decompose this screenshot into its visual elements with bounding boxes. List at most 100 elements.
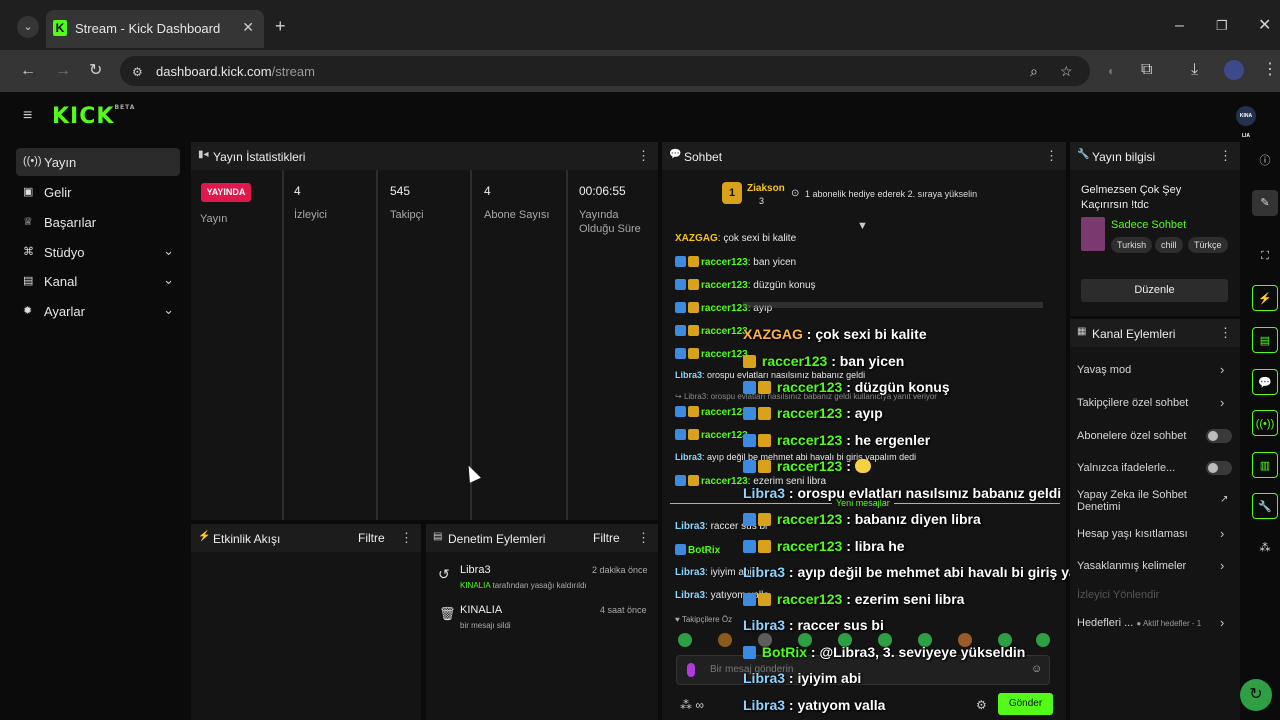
sidebar-item-gelir[interactable]: ▣ Gelir [16,178,180,206]
sidebar-item-label: Başarılar [44,215,97,230]
more-options-icon[interactable]: ⋮ [637,530,650,546]
user-avatar[interactable]: KINA LIA [1236,106,1256,139]
rank-badge: 1 [722,182,742,204]
sidebar-item-studyo[interactable]: ⌘ Stüdyo ⌄ [16,238,180,266]
stat-divider [566,170,568,520]
chat-message: raccer123 [675,348,748,360]
subscribers-only-row: Abonelere özel sohbet [1077,430,1187,442]
category-link[interactable]: Sadece Sohbet [1111,219,1186,231]
floating-action-button[interactable]: ↻ [1240,679,1272,711]
emoji-icon[interactable]: ☺ [1031,663,1042,675]
chat-panel-icon[interactable]: 💬 [1252,369,1278,395]
sidebar-item-basarilar[interactable]: ♕ Başarılar [16,208,180,236]
external-link-icon[interactable]: ↗ [1220,494,1228,505]
hamburger-menu-icon[interactable]: ≡ [23,108,32,124]
chevron-down-icon[interactable]: ⌄ [163,272,174,288]
chevron-down-icon[interactable]: ⌄ [163,243,174,259]
document-panel-icon[interactable]: ▤ [1252,327,1278,353]
chat-settings-icon[interactable]: ⁂ ∞ [680,698,704,712]
stats-panel-icon[interactable]: ▥ [1252,452,1278,478]
back-icon[interactable]: ← [20,63,36,79]
edit-pencil-icon[interactable]: ✎ [1252,190,1278,216]
slow-mode-row[interactable]: Yavaş mod [1077,364,1131,376]
site-info-icon[interactable]: ⚙ [132,64,143,80]
info-icon[interactable]: ⓘ [1252,148,1278,174]
emote-icon[interactable] [1036,633,1050,647]
emote-icon[interactable] [718,633,732,647]
tag-chill: chill [1155,237,1183,253]
more-options-icon[interactable]: ⋮ [1219,325,1232,341]
followers-only-row[interactable]: Takipçilere özel sohbet [1077,397,1188,409]
minimize-icon[interactable]: – [1175,18,1184,34]
overlay-chat-message: Libra3 : iyiyim abi [743,670,862,686]
panel-title: Denetim Eylemleri [448,532,546,546]
trophy-icon: ♕ [23,216,33,228]
close-window-icon[interactable]: ✕ [1258,18,1271,34]
address-bar[interactable]: ⚙ dashboard.kick.com/stream ⌕ ☆ [120,56,1090,86]
ai-moderation-row[interactable]: Yapay Zeka ile Sohbet Denetimi [1077,489,1187,513]
moderation-item[interactable]: 🗑 KINALIA 4 saat önce bir mesajı sildi [436,600,652,636]
studio-icon: ⌘ [23,246,34,258]
chat-message: XAZGAG: çok sexi bi kalite [675,233,797,244]
download-icon[interactable]: ⤓ [1191,62,1198,78]
lightning-panel-icon[interactable]: ⚡ [1252,285,1278,311]
extension-icon[interactable]: ◐ [1108,63,1115,79]
overlay-clipped-line [743,302,1043,308]
new-tab-icon[interactable]: + [275,17,286,35]
more-options-icon[interactable]: ⋮ [400,530,413,546]
collapse-pinned-icon[interactable]: ▼ [857,220,868,232]
more-options-icon[interactable]: ⋮ [1045,148,1058,164]
browser-menu-icon[interactable]: ⋮ [1262,62,1278,78]
mic-icon[interactable] [687,663,695,677]
sidebar-item-ayarlar[interactable]: ✹ Ayarlar ⌄ [16,297,180,325]
sidebar-item-kanal[interactable]: ▤ Kanal ⌄ [16,267,180,295]
chevron-right-icon[interactable]: › [1220,558,1224,573]
tab-search-icon[interactable]: ⌄ [17,16,39,38]
uptime-value: 00:06:55 [579,184,626,198]
add-panel-icon[interactable]: ⁂ [1252,535,1278,561]
emote-icon[interactable] [678,633,692,647]
chat-gear-icon[interactable]: ⚙ [976,698,987,712]
activity-filter-button[interactable]: Filtre [358,531,385,545]
profile-avatar-icon[interactable] [1224,60,1244,80]
broadcast-panel-icon[interactable]: ((•)) [1252,410,1278,436]
sidebar-item-yayin[interactable]: ((•)) Yayın [16,148,180,176]
emotes-only-toggle[interactable] [1206,461,1232,475]
edit-button[interactable]: Düzenle [1081,279,1228,302]
category-thumbnail [1081,217,1105,251]
unban-icon: ↺ [438,566,450,582]
send-button[interactable]: Gönder [998,693,1053,715]
chevron-down-icon[interactable]: ⌄ [163,302,174,318]
restore-icon[interactable]: ❐ [1216,18,1228,34]
moderation-item[interactable]: ↺ Libra3 2 dakika önce KINALIA tarafında… [436,560,652,596]
subscribers-only-toggle[interactable] [1206,429,1232,443]
overlay-chat-message: Libra3 : orospu evlatları nasılsınız bab… [743,485,1062,501]
account-age-row[interactable]: Hesap yaşı kısıtlaması [1077,528,1188,540]
wrench-panel-icon[interactable]: 🔧 [1252,493,1278,519]
moderation-filter-button[interactable]: Filtre [593,531,620,545]
forward-icon[interactable]: → [55,63,71,79]
chevron-right-icon[interactable]: › [1220,526,1224,541]
more-options-icon[interactable]: ⋮ [637,148,650,164]
chevron-right-icon[interactable]: › [1220,362,1224,377]
more-options-icon[interactable]: ⋮ [1219,148,1232,164]
zoom-icon[interactable]: ⌕ [1030,63,1038,79]
raid-row[interactable]: İzleyici Yönlendir [1077,589,1159,601]
banned-words-row[interactable]: Yasaklanmış kelimeler [1077,560,1186,572]
kick-logo[interactable]: KICKBETA [52,104,135,129]
bookmark-star-icon[interactable]: ☆ [1060,63,1073,79]
pinned-count: 3 [759,196,765,206]
overlay-chat-message: raccer123 : he ergenler [743,432,930,448]
sidebar-item-label: Kanal [44,274,78,289]
pinned-leaderboard[interactable]: 1 Ziakson 3 ⊙ 1 abonelik hediye ederek 2… [722,182,1012,210]
goals-row[interactable]: Hedefleri ... ● Aktif hedefler - 1 [1077,617,1201,629]
chevron-right-icon[interactable]: › [1220,395,1224,410]
screen-capture-icon[interactable]: ⛶ [1252,243,1278,269]
extensions-puzzle-icon[interactable]: ⧉ [1141,62,1152,78]
browser-tab[interactable]: K Stream - Kick Dashboard ✕ [46,10,264,48]
chevron-right-icon[interactable]: › [1220,615,1224,630]
chat-message: BotRix [675,544,720,556]
reload-icon[interactable]: ↻ [89,63,102,79]
overlay-chat-message: raccer123 : babanız diyen libra [743,511,981,527]
close-tab-icon[interactable]: ✕ [242,19,254,36]
